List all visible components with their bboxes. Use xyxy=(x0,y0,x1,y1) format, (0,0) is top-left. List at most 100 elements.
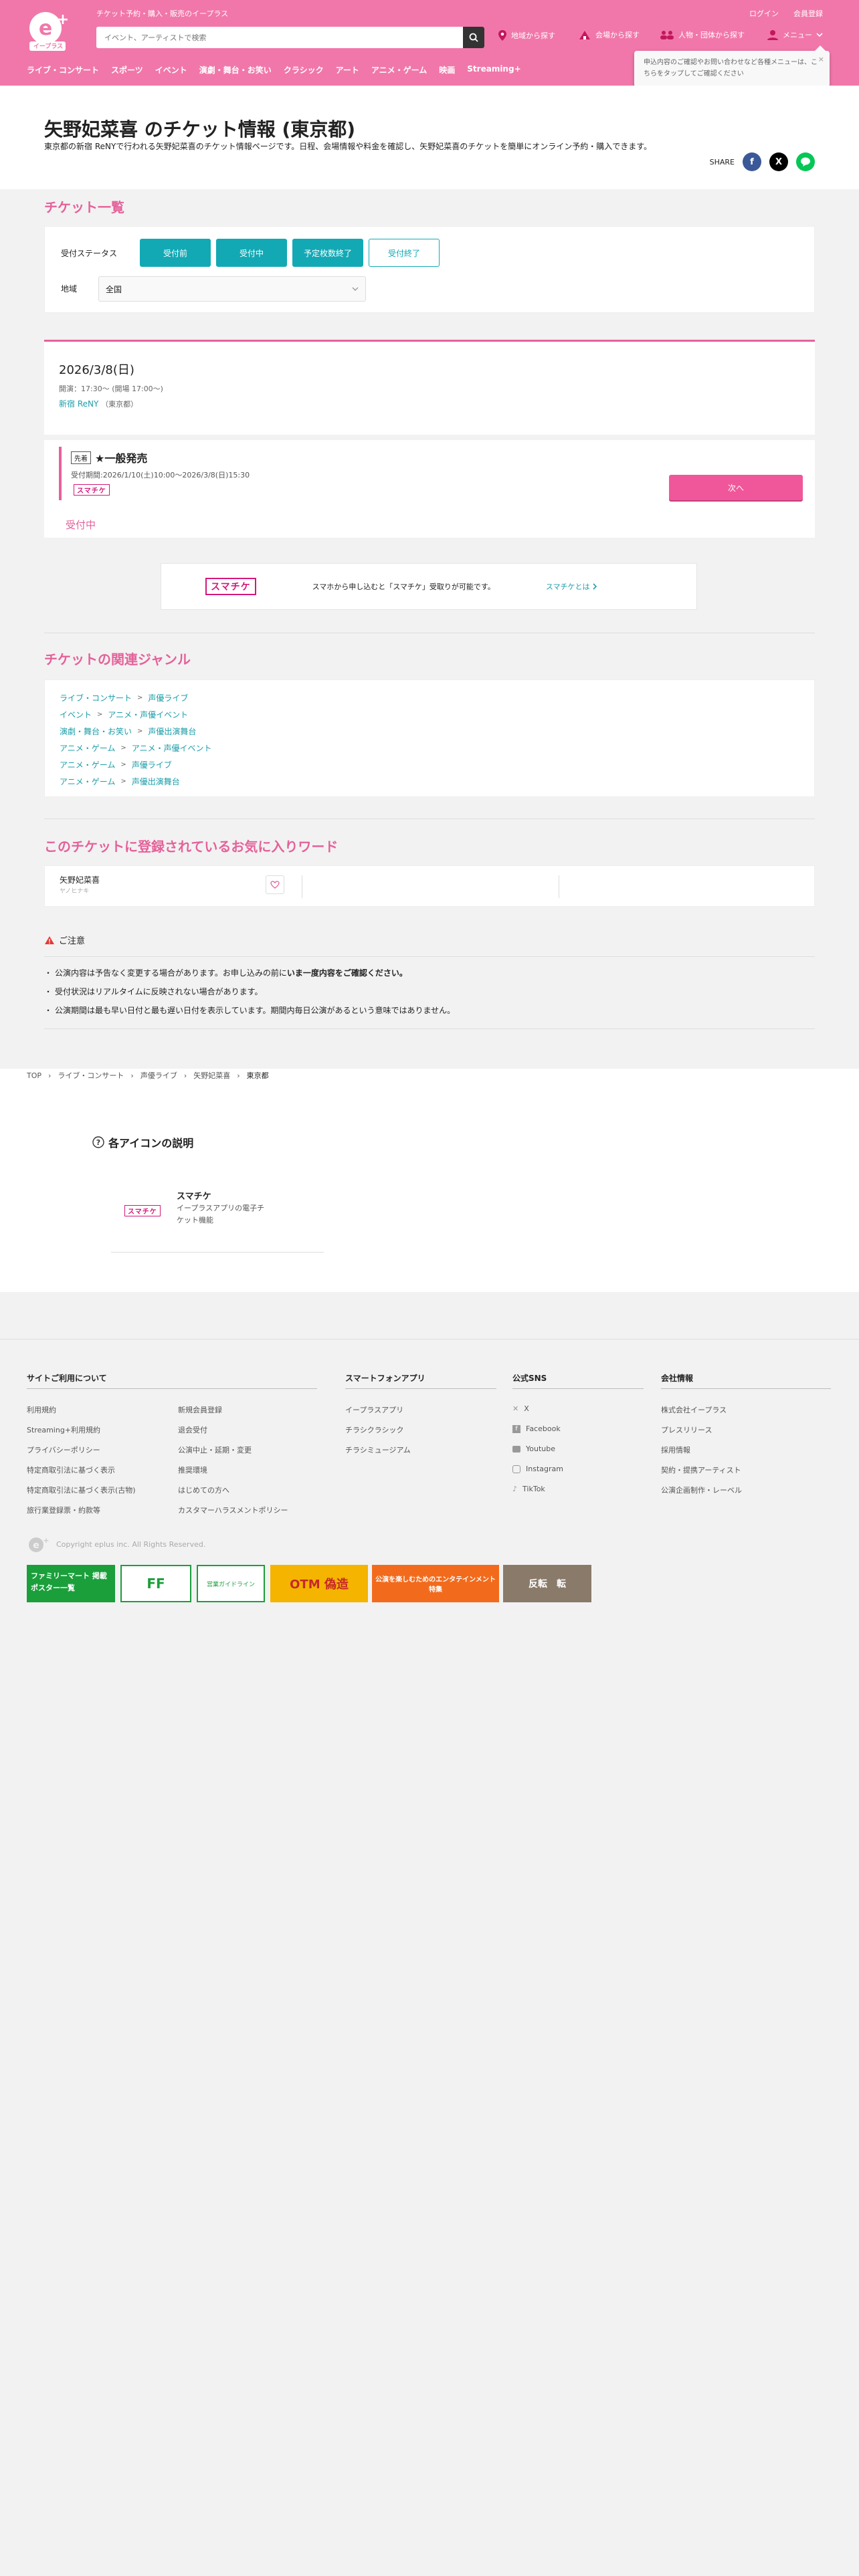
footer-link[interactable]: 特定商取引法に基づく表示 xyxy=(27,1465,115,1475)
genre-link[interactable]: 声優出演舞台 xyxy=(132,776,180,787)
footer-link[interactable]: プライバシーポリシー xyxy=(27,1444,100,1455)
nav-people[interactable]: 人物・団体から探す xyxy=(660,29,745,40)
genre-link[interactable]: イベント xyxy=(60,709,92,720)
icons-help-section: ? 各アイコンの説明 スマチケ スマチケ イープラスアプリの電子チケット機能 xyxy=(0,1095,859,1292)
footer-link[interactable]: Streaming+利用規約 xyxy=(27,1424,100,1435)
footer-link[interactable]: 利用規約 xyxy=(27,1404,56,1415)
footer-link[interactable]: カスタマーハラスメントポリシー xyxy=(178,1505,288,1515)
banner-familymart[interactable]: ファミリーマート 掲載ポスター一覧 xyxy=(27,1565,115,1602)
genre-link[interactable]: アニメ・ゲーム xyxy=(60,759,115,770)
search-icon xyxy=(469,33,478,42)
banner-guideline[interactable]: 営業ガイドライン xyxy=(197,1565,265,1602)
footer-sns-youtube[interactable]: Youtube xyxy=(512,1444,555,1453)
genre-link[interactable]: ライブ・コンサート xyxy=(60,692,132,704)
breadcrumb-item[interactable]: TOP xyxy=(27,1071,41,1080)
search-input[interactable] xyxy=(96,27,463,48)
footer-link[interactable]: 公演中止・延期・変更 xyxy=(178,1444,252,1455)
icons-help-desc: イープラスアプリの電子チケット機能 xyxy=(177,1204,265,1224)
footer-sns-title: 公式SNS xyxy=(512,1374,547,1383)
smatike-info-box: スマチケ スマホから申し込むと「スマチケ」受取りが可能です。 スマチケとは xyxy=(161,563,697,610)
status-open-button[interactable]: 受付中 xyxy=(216,239,287,267)
cat-art[interactable]: アート xyxy=(336,64,359,76)
footer-link[interactable]: 退会受付 xyxy=(178,1424,207,1435)
cat-classic[interactable]: クラシック xyxy=(284,64,324,76)
ticket-card: 先着 ★一般発売 受付期間:2026/1/10(土)10:00〜2026/3/8… xyxy=(44,440,815,538)
favorite-word-name[interactable]: 矢野妃菜喜 xyxy=(60,874,100,885)
footer-link[interactable]: 新規会員登録 xyxy=(178,1404,222,1415)
facebook-icon[interactable]: f xyxy=(743,152,761,171)
footer-link[interactable]: イープラスアプリ xyxy=(345,1404,403,1415)
genre-link[interactable]: アニメ・ゲーム xyxy=(60,742,115,754)
breadcrumb-item[interactable]: 矢野妃菜喜 xyxy=(193,1070,230,1081)
chevron-right-icon: › xyxy=(48,1071,52,1080)
next-button[interactable]: 次へ xyxy=(669,475,803,500)
footer-sns-tiktok[interactable]: ♪ TikTok xyxy=(512,1485,545,1493)
filter-panel: 受付ステータス 受付前 受付中 予定枚数終了 受付終了 地域 全国 xyxy=(44,226,815,313)
footer-link[interactable]: プレスリリース xyxy=(661,1424,712,1435)
footer-sns-x[interactable]: ✕ X xyxy=(512,1404,529,1413)
banner-ff[interactable]: FF xyxy=(120,1565,191,1602)
line-icon[interactable] xyxy=(796,152,815,171)
cat-live[interactable]: ライブ・コンサート xyxy=(27,64,99,76)
banner-hanten[interactable]: 反転 転 xyxy=(503,1565,591,1602)
footer-site-title: サイトご利用について xyxy=(27,1374,107,1383)
smatike-about-link[interactable]: スマチケとは xyxy=(546,581,597,592)
close-icon[interactable]: × xyxy=(818,53,824,65)
genre-link[interactable]: 声優出演舞台 xyxy=(148,726,196,737)
chevron-right-icon: › xyxy=(237,1071,240,1080)
genre-link[interactable]: 声優ライブ xyxy=(148,692,188,704)
genre-link[interactable]: 声優ライブ xyxy=(132,759,172,770)
footer-link[interactable]: 特定商取引法に基づく表示(古物) xyxy=(27,1485,136,1495)
footer-link[interactable]: チラシクラシック xyxy=(345,1424,404,1435)
cat-streaming[interactable]: Streaming+ xyxy=(467,64,520,76)
notice-item: 公演内容は予告なく変更する場合があります。お申し込みの前にいま一度内容をご確認く… xyxy=(44,963,455,982)
breadcrumb-item[interactable]: ライブ・コンサート xyxy=(58,1070,124,1081)
footer-link[interactable]: 旅行業登録票・約款等 xyxy=(27,1505,100,1515)
cat-theater[interactable]: 演劇・舞台・お笑い xyxy=(199,64,272,76)
banner-entertainment[interactable]: 公演を楽しむためのエンタテインメント特集 xyxy=(372,1565,499,1602)
nav-venue[interactable]: 会場から探す xyxy=(578,29,640,40)
register-link[interactable]: 会員登録 xyxy=(793,8,823,19)
footer-link[interactable]: はじめての方へ xyxy=(178,1485,229,1495)
footer-link[interactable]: 株式会社イープラス xyxy=(661,1404,727,1415)
venue-link[interactable]: 新宿 ReNY xyxy=(59,399,98,409)
footer-link[interactable]: 推奨環境 xyxy=(178,1465,207,1475)
login-link[interactable]: ログイン xyxy=(749,8,779,19)
venue-pref: （東京都） xyxy=(101,400,138,409)
search-button[interactable] xyxy=(463,27,484,48)
nav-area[interactable]: 地域から探す xyxy=(498,29,555,41)
footer-link[interactable]: チラシミュージアム xyxy=(345,1444,411,1455)
footer-sns-facebook[interactable]: f Facebook xyxy=(512,1424,561,1433)
footer-link[interactable]: 公演企画制作・レーベル xyxy=(661,1485,742,1495)
favorite-button[interactable] xyxy=(266,875,284,894)
cat-event[interactable]: イベント xyxy=(155,64,187,76)
chevron-right-icon xyxy=(592,583,597,590)
eplus-logo[interactable]: e + イープラス xyxy=(27,9,74,52)
footer-link[interactable]: 採用情報 xyxy=(661,1444,690,1455)
notice-text: 受付状況はリアルタイムに反映されない場合があります。 xyxy=(55,986,263,996)
genre-link[interactable]: アニメ・ゲーム xyxy=(60,776,115,787)
svg-text:+: + xyxy=(43,1536,49,1545)
status-closed-button[interactable]: 受付終了 xyxy=(369,239,440,267)
cat-anime[interactable]: アニメ・ゲーム xyxy=(371,64,427,76)
banner-text: ファミリーマート 掲載ポスター一覧 xyxy=(31,1572,107,1592)
genre-link[interactable]: アニメ・声優イベント xyxy=(132,742,212,754)
area-select[interactable]: 全国 xyxy=(98,276,366,302)
genre-link[interactable]: 演劇・舞台・お笑い xyxy=(60,726,132,737)
banner-text: 反転 転 xyxy=(529,1579,566,1590)
footer-sns-instagram[interactable]: Instagram xyxy=(512,1465,563,1473)
smatike-logo: スマチケ xyxy=(124,1205,161,1216)
genre-link[interactable]: アニメ・声優イベント xyxy=(108,709,188,720)
breadcrumb-item[interactable]: 声優ライブ xyxy=(140,1070,177,1081)
x-icon[interactable]: X xyxy=(769,152,788,171)
favorites-panel: 矢野妃菜喜 ヤノヒナキ xyxy=(44,865,815,907)
banner-otm[interactable]: OTM 偽造 xyxy=(270,1565,368,1602)
menu-button[interactable]: メニュー xyxy=(767,29,823,40)
icons-help-name: スマチケ xyxy=(177,1192,211,1202)
status-soldout-button[interactable]: 予定枚数終了 xyxy=(292,239,363,267)
cat-sports[interactable]: スポーツ xyxy=(111,64,143,76)
status-before-button[interactable]: 受付前 xyxy=(140,239,211,267)
cat-movie[interactable]: 映画 xyxy=(439,64,455,76)
footer-link[interactable]: 契約・提携アーティスト xyxy=(661,1465,741,1475)
icons-help-header: ? 各アイコンの説明 xyxy=(92,1134,193,1150)
